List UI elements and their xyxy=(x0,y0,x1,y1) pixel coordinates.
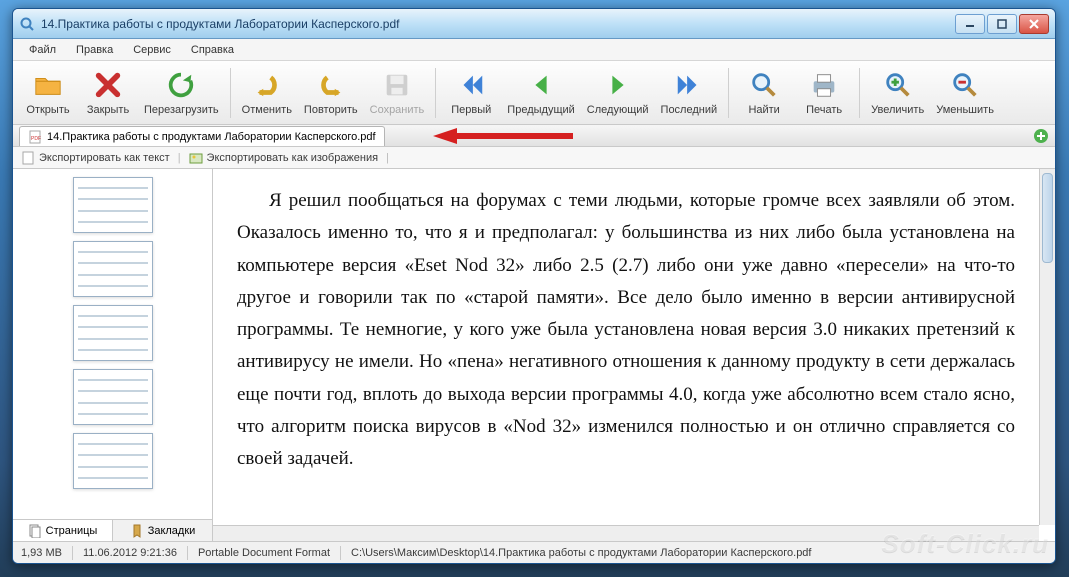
pdf-icon: PDF xyxy=(28,130,42,144)
window-title: 14.Практика работы с продуктами Лаборато… xyxy=(41,17,955,31)
x-icon xyxy=(92,69,124,101)
tab-pages-label: Страницы xyxy=(46,525,98,537)
zoomout-label: Уменьшить xyxy=(936,104,994,116)
zoom-out-button[interactable]: Уменьшить xyxy=(931,64,999,122)
first-label: Первый xyxy=(451,104,491,116)
minimize-button[interactable] xyxy=(955,14,985,34)
print-label: Печать xyxy=(806,104,842,116)
find-label: Найти xyxy=(748,104,779,116)
tab-bookmarks[interactable]: Закладки xyxy=(113,520,212,541)
status-path: C:\Users\Максим\Desktop\14.Практика рабо… xyxy=(351,547,811,559)
toolbar-separator xyxy=(728,68,729,118)
redo-icon xyxy=(315,69,347,101)
page-thumbnail[interactable] xyxy=(73,305,153,361)
prev-page-button[interactable]: Предыдущий xyxy=(502,64,579,122)
save-label: Сохранить xyxy=(370,104,425,116)
reload-button[interactable]: Перезагрузить xyxy=(139,64,224,122)
printer-icon xyxy=(808,69,840,101)
page-thumbnail[interactable] xyxy=(73,241,153,297)
first-page-button[interactable]: Первый xyxy=(442,64,500,122)
add-tab-button[interactable] xyxy=(1033,128,1049,144)
undo-label: Отменить xyxy=(242,104,292,116)
pages-icon xyxy=(28,524,42,538)
tab-pages[interactable]: Страницы xyxy=(13,520,113,541)
doc-icon xyxy=(21,151,35,165)
prev-icon xyxy=(525,69,557,101)
panel-tabs: Страницы Закладки xyxy=(13,519,212,541)
zoom-out-icon xyxy=(949,69,981,101)
menu-help[interactable]: Справка xyxy=(183,42,242,58)
export-images-button[interactable]: Экспортировать как изображения xyxy=(207,152,379,164)
undo-icon xyxy=(251,69,283,101)
open-label: Открыть xyxy=(26,104,69,116)
document-tab-label: 14.Практика работы с продуктами Лаборато… xyxy=(47,131,376,143)
annotation-arrow-icon xyxy=(433,127,573,148)
export-text-button[interactable]: Экспортировать как текст xyxy=(39,152,170,164)
close-button[interactable] xyxy=(1019,14,1049,34)
find-button[interactable]: Найти xyxy=(735,64,793,122)
tab-bookmarks-label: Закладки xyxy=(148,525,196,537)
vertical-scrollbar[interactable] xyxy=(1039,169,1055,525)
watermark: Soft-Click.ru xyxy=(881,528,1049,559)
images-icon xyxy=(189,151,203,165)
next-page-button[interactable]: Следующий xyxy=(582,64,654,122)
app-icon xyxy=(19,16,35,32)
last-icon xyxy=(673,69,705,101)
status-filesize: 1,93 MB xyxy=(21,547,62,559)
status-datetime: 11.06.2012 9:21:36 xyxy=(83,547,177,559)
thumbnails-scroll[interactable] xyxy=(13,169,212,519)
undo-button[interactable]: Отменить xyxy=(237,64,297,122)
toolbar-separator xyxy=(230,68,231,118)
open-button[interactable]: Открыть xyxy=(19,64,77,122)
folder-icon xyxy=(32,69,64,101)
reload-icon xyxy=(165,69,197,101)
save-icon xyxy=(381,69,413,101)
reload-label: Перезагрузить xyxy=(144,104,219,116)
page-thumbnail[interactable] xyxy=(73,369,153,425)
close-file-button[interactable]: Закрыть xyxy=(79,64,137,122)
menubar: Файл Правка Сервис Справка xyxy=(13,39,1055,61)
next-icon xyxy=(602,69,634,101)
save-button: Сохранить xyxy=(365,64,430,122)
titlebar[interactable]: 14.Практика работы с продуктами Лаборато… xyxy=(13,9,1055,39)
redo-button[interactable]: Повторить xyxy=(299,64,363,122)
page-viewport[interactable]: Я решил пообщаться на форумах с теми люд… xyxy=(213,169,1039,525)
svg-text:PDF: PDF xyxy=(31,136,41,142)
app-window: 14.Практика работы с продуктами Лаборато… xyxy=(12,8,1056,564)
document-tab[interactable]: PDF 14.Практика работы с продуктами Лабо… xyxy=(19,126,385,146)
menu-file[interactable]: Файл xyxy=(21,42,64,58)
thumbnails-panel: Страницы Закладки xyxy=(13,169,213,541)
toolbar: Открыть Закрыть Перезагрузить Отменить П… xyxy=(13,61,1055,125)
bookmark-icon xyxy=(130,524,144,538)
search-icon xyxy=(748,69,780,101)
zoom-in-icon xyxy=(882,69,914,101)
toolbar-separator xyxy=(435,68,436,118)
document-text: Я решил пообщаться на форумах с теми люд… xyxy=(213,169,1039,484)
page-area: Я решил пообщаться на форумах с теми люд… xyxy=(213,169,1055,541)
status-format: Portable Document Format xyxy=(198,547,330,559)
content-area: Страницы Закладки Я решил пообщаться на … xyxy=(13,169,1055,541)
page-thumbnail[interactable] xyxy=(73,177,153,233)
page-thumbnail[interactable] xyxy=(73,433,153,489)
print-button[interactable]: Печать xyxy=(795,64,853,122)
menu-service[interactable]: Сервис xyxy=(125,42,179,58)
maximize-button[interactable] xyxy=(987,14,1017,34)
prev-label: Предыдущий xyxy=(507,104,574,116)
toolbar-separator xyxy=(859,68,860,118)
close-label: Закрыть xyxy=(87,104,129,116)
zoomin-label: Увеличить xyxy=(871,104,924,116)
last-page-button[interactable]: Последний xyxy=(656,64,723,122)
zoom-in-button[interactable]: Увеличить xyxy=(866,64,929,122)
menu-edit[interactable]: Правка xyxy=(68,42,121,58)
document-tabs: PDF 14.Практика работы с продуктами Лабо… xyxy=(13,125,1055,147)
window-controls xyxy=(955,14,1049,34)
redo-label: Повторить xyxy=(304,104,358,116)
scrollbar-thumb[interactable] xyxy=(1042,173,1053,263)
first-icon xyxy=(455,69,487,101)
last-label: Последний xyxy=(661,104,718,116)
export-toolbar: Экспортировать как текст | Экспортироват… xyxy=(13,147,1055,169)
next-label: Следующий xyxy=(587,104,649,116)
